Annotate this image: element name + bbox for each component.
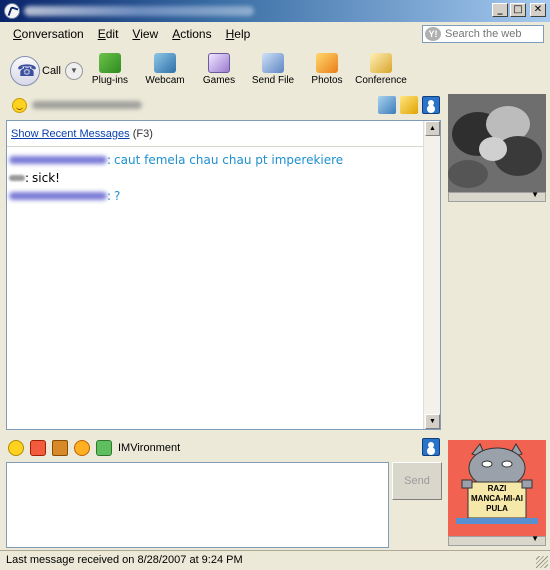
buddy-display-image[interactable] bbox=[448, 94, 546, 192]
contact-card-icon[interactable] bbox=[422, 96, 440, 114]
emoticon-toolbar: IMVironment bbox=[0, 436, 446, 460]
message-text: caut femela chau chau pt imperekiere bbox=[114, 153, 344, 167]
pen-icon[interactable] bbox=[378, 96, 396, 114]
games-button[interactable]: Games bbox=[191, 53, 247, 86]
menu-actions[interactable]: Actions bbox=[165, 27, 218, 41]
send-file-icon bbox=[262, 53, 284, 73]
smiley-status-icon bbox=[12, 98, 27, 113]
recent-messages-bar: Show Recent Messages (F3) bbox=[7, 121, 425, 147]
minimize-button[interactable]: _ bbox=[492, 3, 508, 17]
plugins-label: Plug-ins bbox=[91, 75, 129, 86]
message-text: ? bbox=[114, 189, 121, 203]
conference-label: Conference bbox=[355, 75, 407, 86]
message-colon: : bbox=[25, 171, 30, 185]
menu-help[interactable]: Help bbox=[219, 27, 258, 41]
text-format-icon[interactable] bbox=[52, 440, 68, 456]
send-button[interactable]: Send bbox=[392, 462, 442, 500]
conference-button[interactable]: Conference bbox=[353, 53, 409, 86]
webcam-label: Webcam bbox=[145, 75, 185, 86]
photos-button[interactable]: Photos bbox=[299, 53, 355, 86]
dice-icon bbox=[208, 53, 230, 73]
imvironment-label[interactable]: IMVironment bbox=[118, 442, 180, 454]
scroll-up-arrow[interactable]: ▲ bbox=[425, 121, 440, 136]
games-label: Games bbox=[202, 75, 236, 86]
contact-status-row bbox=[0, 94, 446, 116]
redacted-sender-name bbox=[9, 175, 25, 181]
close-button[interactable]: ✕ bbox=[530, 3, 546, 17]
redacted-window-title bbox=[24, 6, 254, 16]
message-colon: : bbox=[107, 153, 112, 167]
audible-icon[interactable] bbox=[30, 440, 46, 456]
message-row: : caut femela chau chau pt imperekiere bbox=[9, 151, 423, 169]
mail-icon[interactable] bbox=[400, 96, 418, 114]
message-text: sick! bbox=[32, 171, 60, 185]
window-controls: _ □ ✕ bbox=[492, 3, 546, 17]
scroll-down-arrow[interactable]: ▼ bbox=[425, 414, 440, 429]
emoticon-icon[interactable] bbox=[8, 440, 24, 456]
call-label[interactable]: Call bbox=[42, 65, 61, 77]
message-colon: : bbox=[107, 189, 112, 203]
conversation-panel: Show Recent Messages (F3) : caut femela … bbox=[6, 120, 441, 430]
search-input[interactable] bbox=[445, 28, 543, 40]
plugins-button[interactable]: Plug-ins bbox=[82, 53, 138, 86]
resize-grip[interactable] bbox=[536, 556, 548, 568]
sign-text: RAZI MANCA-MI-AI PULA bbox=[471, 484, 523, 513]
plugin-icon bbox=[99, 53, 121, 73]
call-button[interactable] bbox=[10, 56, 40, 86]
redacted-sender-name bbox=[9, 156, 107, 164]
menu-conversation[interactable]: Conversation bbox=[6, 27, 91, 41]
menu-edit[interactable]: Edit bbox=[91, 27, 126, 41]
message-list: : caut femela chau chau pt imperekiere :… bbox=[9, 151, 423, 205]
photos-icon bbox=[316, 53, 338, 73]
toolbar: Call ▼ Plug-ins Webcam Games Send File P… bbox=[0, 48, 550, 94]
my-image-dropdown[interactable] bbox=[448, 534, 546, 546]
yahoo-messenger-icon[interactable] bbox=[4, 3, 20, 19]
photos-label: Photos bbox=[311, 75, 343, 86]
shortcut-hint: (F3) bbox=[132, 128, 153, 140]
show-recent-messages-link[interactable]: Show Recent Messages bbox=[11, 128, 130, 140]
conference-icon bbox=[370, 53, 392, 73]
redacted-sender-name bbox=[9, 192, 107, 200]
status-text: Last message received on 8/28/2007 at 9:… bbox=[6, 554, 243, 566]
conversation-scrollbar[interactable]: ▲ ▼ bbox=[423, 121, 440, 429]
menu-bar: Conversation Edit View Actions Help Y! bbox=[0, 22, 550, 46]
send-file-label: Send File bbox=[251, 75, 295, 86]
my-display-image[interactable]: RAZI MANCA-MI-AI PULA bbox=[448, 440, 546, 536]
message-input[interactable] bbox=[6, 462, 389, 548]
status-bar: Last message received on 8/28/2007 at 9:… bbox=[0, 550, 550, 570]
message-row: : ? bbox=[9, 187, 423, 205]
message-row: : sick! bbox=[9, 169, 423, 187]
menu-view[interactable]: View bbox=[125, 27, 165, 41]
redacted-contact-name bbox=[32, 101, 142, 109]
call-dropdown-button[interactable]: ▼ bbox=[65, 62, 83, 80]
webcam-icon bbox=[154, 53, 176, 73]
yahoo-search-icon[interactable]: Y! bbox=[425, 27, 441, 41]
buddy-image-dropdown[interactable] bbox=[448, 190, 546, 202]
webcam-button[interactable]: Webcam bbox=[137, 53, 193, 86]
imvironment-icon[interactable] bbox=[96, 440, 112, 456]
title-bar: _ □ ✕ bbox=[0, 0, 550, 22]
web-search-box: Y! bbox=[422, 25, 544, 43]
maximize-button[interactable]: □ bbox=[510, 3, 526, 17]
send-file-button[interactable]: Send File bbox=[245, 53, 301, 86]
buzz-icon[interactable] bbox=[74, 440, 90, 456]
status-icons bbox=[378, 96, 440, 114]
contact-card-icon[interactable] bbox=[422, 438, 440, 456]
